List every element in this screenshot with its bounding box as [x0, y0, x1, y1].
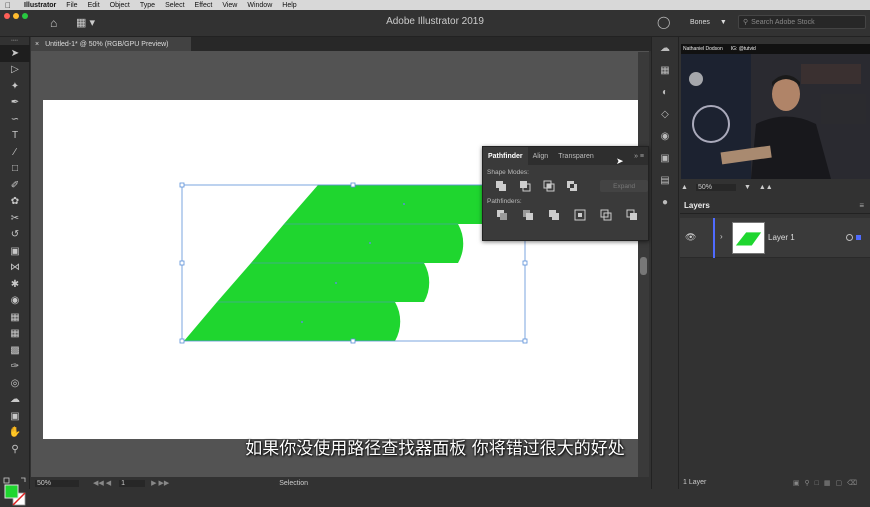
divide-icon[interactable]: [489, 209, 515, 221]
graphic-styles-icon[interactable]: ◇: [652, 103, 678, 125]
expand-layer-icon[interactable]: ›: [720, 232, 723, 241]
stacked-shape-2[interactable]: [251, 224, 464, 263]
webcam-header: Nathaniel Dodson IG: @tutvid: [681, 44, 870, 54]
exclude-icon[interactable]: [560, 180, 584, 192]
layers-panel: Layers ≡ 👁 › Layer 1: [680, 198, 870, 489]
panel-menu-icon[interactable]: ≡: [859, 201, 864, 210]
transparency-icon[interactable]: ◐: [652, 81, 678, 103]
layer-selection-indicator[interactable]: [856, 235, 861, 240]
libraries-icon[interactable]: ☁: [652, 37, 678, 59]
align-icon[interactable]: ▤: [652, 169, 678, 191]
panel-menu-icon[interactable]: » ≡: [634, 153, 644, 160]
visibility-eye-icon[interactable]: 👁: [685, 232, 696, 243]
layers-footer: 1 Layer ▣⚲□▦▢⌫: [680, 476, 870, 489]
pathfinders-label: Pathfinders:: [487, 198, 522, 205]
layer-color-bar: [713, 218, 715, 258]
layer-count: 1 Layer: [683, 479, 707, 486]
crop-icon[interactable]: [567, 209, 593, 221]
chevron-down-icon: ▼: [719, 19, 727, 26]
status-bar: 50% ◀◀ ◀ 1 ▶ ▶▶ Selection: [31, 477, 649, 489]
green-shape-group[interactable]: [184, 184, 498, 341]
chevron-down-icon[interactable]: ▼: [744, 184, 751, 191]
outline-icon[interactable]: [593, 209, 619, 221]
workspace-switcher[interactable]: Bones ▼: [680, 16, 727, 26]
layers-footer-icons[interactable]: ▣⚲□▦▢⌫: [793, 479, 862, 487]
shape-modes-label: Shape Modes:: [487, 169, 529, 176]
artboard-nav-arrows[interactable]: ◀◀ ◀: [93, 479, 111, 487]
expand-button[interactable]: Expand: [600, 180, 648, 192]
search-placeholder: Search Adobe Stock: [751, 18, 815, 26]
minus-front-icon[interactable]: [513, 180, 537, 192]
zoom-field[interactable]: 50%: [35, 479, 79, 487]
layers-panel-header: Layers ≡: [680, 198, 870, 214]
panel-dock: ☁ ▦ ◐ ◇ ◉ ▣ ▤ ●: [651, 37, 677, 489]
stacked-shape-1[interactable]: [284, 185, 498, 224]
presenter-handle: IG: @tutvid: [730, 46, 756, 52]
stacked-shape-3[interactable]: [217, 263, 430, 302]
navigator-bar: ▲ 50% ▼ ▲▲: [681, 181, 870, 193]
lightbulb-icon[interactable]: ◯: [657, 15, 670, 29]
artwork-layer: [179, 182, 528, 344]
layer-row[interactable]: 👁 › Layer 1: [680, 218, 870, 258]
workspace-name: Bones: [690, 19, 710, 26]
intersect-icon[interactable]: [537, 180, 561, 192]
presenter-name: Nathaniel Dodson: [683, 46, 723, 52]
tab-transparency[interactable]: Transparen: [553, 147, 599, 165]
tab-pathfinder[interactable]: Pathfinder: [483, 147, 528, 165]
layer-name[interactable]: Layer 1: [768, 233, 795, 242]
webcam-image: [681, 54, 870, 179]
scroll-thumb[interactable]: [640, 257, 647, 275]
current-tool-status[interactable]: Selection: [279, 480, 308, 487]
mouse-cursor-icon: ➤: [616, 156, 624, 166]
minus-back-icon[interactable]: [619, 209, 645, 221]
artboard-next-arrows[interactable]: ▶ ▶▶: [151, 479, 169, 487]
unite-icon[interactable]: [489, 180, 513, 192]
zoom-in-icon[interactable]: ▲▲: [759, 184, 773, 191]
artboard-number-field[interactable]: 1: [119, 479, 146, 487]
layers-title[interactable]: Layers: [684, 201, 710, 210]
search-icon: ⚲: [743, 19, 749, 26]
stock-search-input[interactable]: ⚲ Search Adobe Stock: [738, 15, 866, 29]
tab-align[interactable]: Align: [528, 147, 554, 165]
shape-modes-row: Expand: [483, 178, 648, 194]
vertical-scrollbar[interactable]: [638, 52, 649, 477]
color-guide-icon[interactable]: ●: [652, 191, 678, 213]
appearance-icon[interactable]: ◉: [652, 125, 678, 147]
pathfinder-dock-icon[interactable]: ▣: [652, 147, 678, 169]
merge-icon[interactable]: [541, 209, 567, 221]
swatches-icon[interactable]: ▦: [652, 59, 678, 81]
stacked-shape-4[interactable]: [184, 302, 401, 341]
layer-target-icon[interactable]: [846, 234, 853, 241]
trim-icon[interactable]: [515, 209, 541, 221]
pathfinders-row: [483, 207, 648, 223]
zoom-out-icon[interactable]: ▲: [681, 184, 688, 191]
webcam-overlay: Nathaniel Dodson IG: @tutvid: [681, 44, 870, 179]
navigator-zoom-field[interactable]: 50%: [695, 183, 736, 191]
layer-thumbnail: [732, 222, 765, 254]
